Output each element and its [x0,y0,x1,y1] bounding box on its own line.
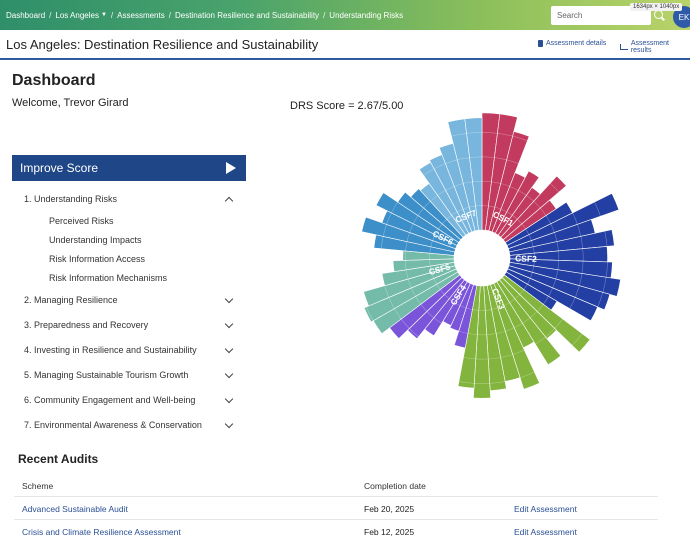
page-header: Los Angeles: Destination Resilience and … [0,30,690,60]
improve-menu: 1. Understanding Risks Perceived Risks U… [12,186,246,437]
menu-item-label: 7. Environmental Awareness & Conservatio… [24,419,202,430]
top-bar: Dashboard / Los Angeles ▼ / Assessments … [0,0,690,30]
breadcrumb-separator: / [323,10,326,20]
menu-item-label: 2. Managing Resilience [24,294,118,305]
audit-scheme-link[interactable]: Advanced Sustainable Audit [22,504,128,514]
breadcrumb-assessments[interactable]: Assessments [117,11,165,20]
submenu-risk-information-access[interactable]: Risk Information Access [12,249,246,268]
table-header-row: Scheme Completion date [14,474,658,497]
breadcrumb-separator: / [49,10,52,20]
breadcrumb-current: Understanding Risks [329,10,404,20]
audit-date: Feb 12, 2025 [364,527,415,537]
edit-assessment-link[interactable]: Edit Assessment [514,527,577,537]
chevron-down-icon[interactable] [224,394,234,404]
page-title: Los Angeles: Destination Resilience and … [6,37,319,52]
document-icon [538,40,543,47]
chevron-up-icon[interactable] [224,196,234,206]
menu-item-community[interactable]: 6. Community Engagement and Well-being [12,387,246,412]
menu-item-managing-resilience[interactable]: 2. Managing Resilience [12,287,246,312]
breadcrumb-separator: / [110,10,114,20]
submenu-risk-information-mechanisms[interactable]: Risk Information Mechanisms [12,268,246,287]
menu-item-understanding-risks[interactable]: 1. Understanding Risks [12,186,246,211]
chevron-down-icon[interactable] [224,294,234,304]
menu-item-preparedness[interactable]: 3. Preparedness and Recovery [12,312,246,337]
play-icon [226,162,236,174]
menu-item-label: 1. Understanding Risks [24,193,118,204]
menu-item-label: 5. Managing Sustainable Tourism Growth [24,369,189,380]
edit-assessment-link[interactable]: Edit Assessment [514,504,577,514]
assessment-details-link[interactable]: Assessment details [538,40,606,47]
menu-item-label: 6. Community Engagement and Well-being [24,394,196,405]
chevron-down-icon[interactable] [224,419,234,429]
assessment-details-label: Assessment details [546,40,607,47]
assessment-results-link[interactable]: Assessment results [620,40,690,54]
chevron-down-icon[interactable] [224,319,234,329]
chevron-down-icon[interactable] [224,369,234,379]
chart-center-hole [458,234,506,282]
size-tooltip: 1634px × 1040px [630,3,683,11]
table-row: Advanced Sustainable Audit Feb 20, 2025 … [14,497,658,520]
table-row: Crisis and Climate Resilience Assessment… [14,520,658,542]
submenu-perceived-risks[interactable]: Perceived Risks [12,211,246,230]
breadcrumb-assessment[interactable]: Destination Resilience and Sustainabilit… [175,11,319,20]
breadcrumb-city[interactable]: Los Angeles [55,11,99,20]
assessment-results-label: Assessment results [630,40,669,54]
menu-item-investing[interactable]: 4. Investing in Resilience and Sustainab… [12,337,246,362]
drs-score-chart: CSF1CSF2CSF3CSF4CSF5CSF6CSF7 [356,112,621,399]
welcome-text: Welcome, Trevor Girard [12,97,129,109]
chevron-down-icon[interactable] [224,344,234,354]
dashboard-title: Dashboard [12,72,96,89]
menu-item-label: 4. Investing in Resilience and Sustainab… [24,344,197,355]
column-header-date: Completion date [364,481,426,491]
audit-date: Feb 20, 2025 [364,504,415,514]
breadcrumb-dashboard[interactable]: Dashboard [6,11,45,20]
caret-down-icon[interactable]: ▼ [101,12,107,18]
drs-score-label: DRS Score = 2.67/5.00 [290,100,404,112]
menu-item-sustainable-tourism[interactable]: 5. Managing Sustainable Tourism Growth [12,362,246,387]
menu-item-label: 3. Preparedness and Recovery [24,319,149,330]
breadcrumb: Dashboard / Los Angeles ▼ / Assessments … [0,11,403,20]
column-header-scheme: Scheme [22,481,54,491]
recent-audits-table: Scheme Completion date Advanced Sustaina… [14,474,658,542]
audit-scheme-link[interactable]: Crisis and Climate Resilience Assessment [22,527,181,537]
chart-icon [620,44,628,50]
recent-audits-title: Recent Audits [18,452,99,466]
improve-score-button[interactable]: Improve Score [12,155,246,181]
submenu-understanding-impacts[interactable]: Understanding Impacts [12,230,246,249]
search-icon[interactable] [654,10,663,19]
breadcrumb-separator: / [168,10,171,20]
improve-score-label: Improve Score [20,161,99,175]
menu-item-environmental[interactable]: 7. Environmental Awareness & Conservatio… [12,412,246,437]
